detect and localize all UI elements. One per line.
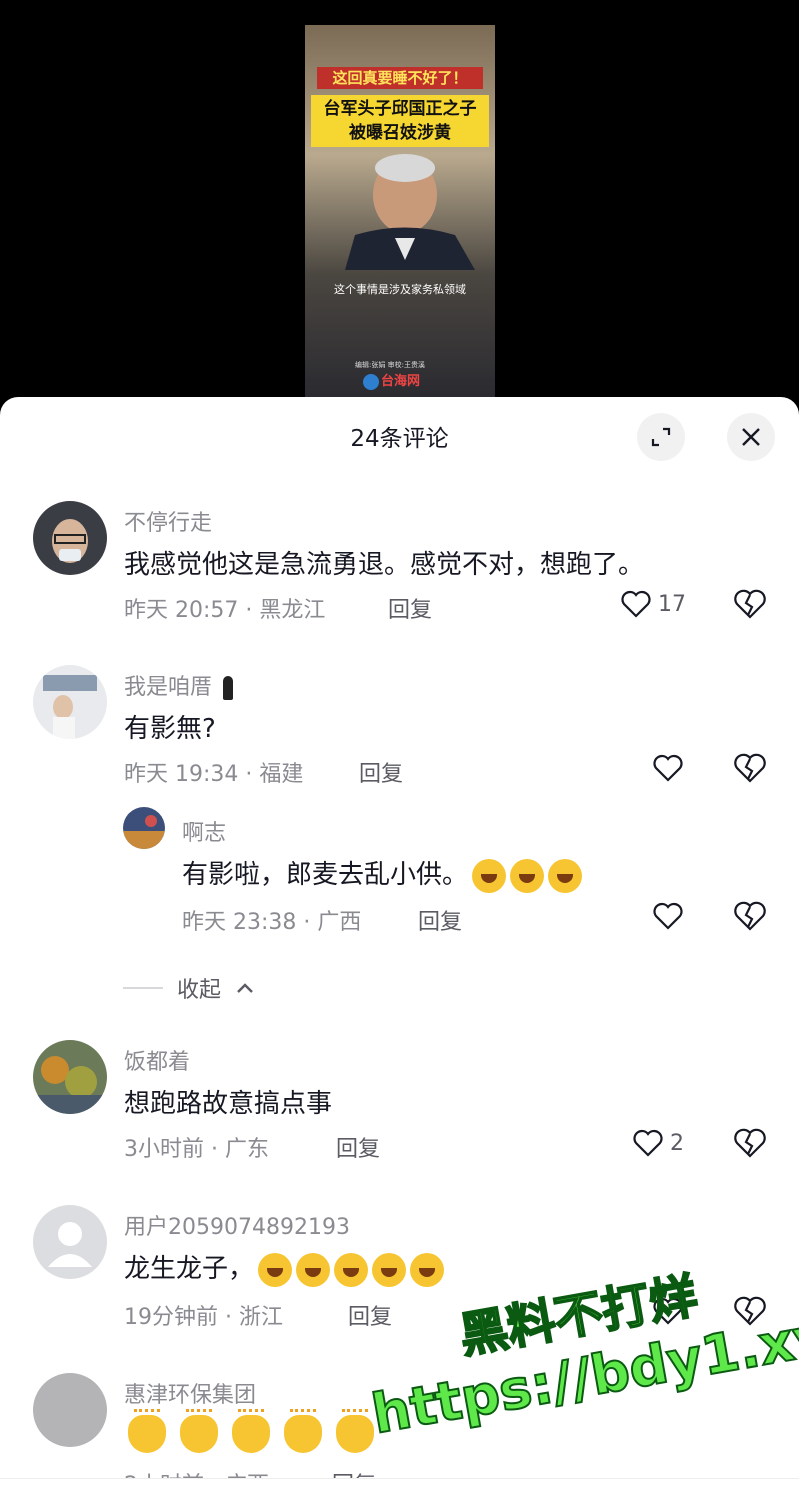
like-count: 17: [658, 591, 686, 617]
video-headline-line1: 台军头子邱国正之子: [323, 99, 477, 119]
laugh-emoji-icon: [510, 858, 545, 893]
collapse-label: 收起: [177, 978, 222, 1003]
comment-username[interactable]: 用户2059074892193: [124, 1209, 350, 1241]
comment-text: [128, 1409, 388, 1453]
clap-emoji-icon: [128, 1409, 166, 1453]
chevron-up-icon: [237, 983, 253, 993]
clap-emoji-icon: [336, 1409, 374, 1453]
expand-button[interactable]: [637, 413, 685, 461]
expand-icon: [651, 427, 671, 447]
comment-username[interactable]: 我是咱厝: [124, 669, 234, 701]
dislike-icon[interactable]: [733, 1127, 767, 1159]
avatar[interactable]: [33, 1373, 107, 1447]
video-headline: 台军头子邱国正之子 被曝召妓涉黄: [311, 95, 489, 147]
video-headline-line2: 被曝召妓涉黄: [349, 123, 451, 143]
comment-text: 龙生龙子，: [124, 1248, 445, 1287]
comment-text: 有影啦，郎麦去乱小供。: [182, 854, 583, 893]
comment-username[interactable]: 不停行走: [124, 505, 212, 537]
clap-emoji-icon: [232, 1409, 270, 1453]
person-icon: [223, 676, 234, 700]
reply-button[interactable]: 回复: [336, 1131, 380, 1163]
like-button[interactable]: 17: [620, 589, 686, 619]
comment-text: 有影無?: [124, 714, 216, 744]
comment-username[interactable]: 啊志: [182, 815, 226, 847]
laugh-emoji-icon: [258, 1252, 293, 1287]
comment-username[interactable]: 饭都着: [124, 1044, 190, 1076]
heart-icon: [653, 902, 683, 930]
divider: [123, 987, 163, 989]
laugh-emoji-icon: [548, 858, 583, 893]
close-button[interactable]: [727, 413, 775, 461]
laugh-emoji-icon: [296, 1252, 331, 1287]
comment-meta: 昨天 20:57 · 黑龙江: [124, 598, 326, 623]
heart-icon: [653, 754, 683, 782]
reply-button[interactable]: 回复: [359, 756, 403, 788]
close-icon: [742, 428, 760, 446]
reply-button[interactable]: 回复: [418, 904, 462, 936]
video-logo: 台海网: [363, 370, 420, 390]
clap-emoji-icon: [180, 1409, 218, 1453]
dislike-icon[interactable]: [733, 900, 767, 932]
laugh-emoji-icon: [334, 1252, 369, 1287]
laugh-emoji-icon: [472, 858, 507, 893]
avatar[interactable]: [33, 1040, 107, 1114]
comment-meta: 19分钟前 · 浙江: [124, 1305, 283, 1330]
avatar[interactable]: [33, 501, 107, 575]
collapse-replies-button[interactable]: 收起: [123, 972, 255, 1004]
comment-text: 我感觉他这是急流勇退。感觉不对，想跑了。: [124, 550, 645, 580]
comment-meta: 昨天 23:38 · 广西: [182, 910, 362, 935]
video-credit: 编辑:张娟 审校:王贵溪: [355, 361, 425, 369]
avatar[interactable]: [33, 665, 107, 739]
bottom-input-bar[interactable]: [0, 1478, 799, 1490]
video-player[interactable]: 这回真要睡不好了！ 台军头子邱国正之子 被曝召妓涉黄 这个事情是涉及家务私领域 …: [305, 25, 495, 397]
logo-icon: [363, 373, 379, 390]
clap-emoji-icon: [284, 1409, 322, 1453]
laugh-emoji-icon: [372, 1252, 407, 1287]
dislike-icon[interactable]: [733, 588, 767, 620]
comment-meta: 3小时前 · 广东: [124, 1137, 269, 1162]
avatar[interactable]: [123, 807, 165, 849]
reply-button[interactable]: 回复: [388, 592, 432, 624]
default-avatar-icon: [48, 1222, 92, 1267]
laugh-emoji-icon: [410, 1252, 445, 1287]
avatar[interactable]: [33, 1205, 107, 1279]
comment-username[interactable]: 惠津环保集团: [124, 1377, 256, 1409]
like-button[interactable]: 2: [632, 1128, 684, 1158]
dislike-icon[interactable]: [733, 752, 767, 784]
like-button[interactable]: [652, 901, 684, 931]
heart-icon: [633, 1129, 663, 1157]
like-count: 2: [670, 1130, 684, 1156]
heart-icon: [621, 590, 651, 618]
comment-text: 想跑路故意搞点事: [124, 1089, 333, 1119]
like-button[interactable]: [652, 753, 684, 783]
video-person-image: [345, 154, 475, 270]
video-caption: 这个事情是涉及家务私领域: [334, 283, 466, 296]
video-banner-top: 这回真要睡不好了！: [317, 67, 483, 89]
comment-meta: 昨天 19:34 · 福建: [124, 762, 304, 787]
